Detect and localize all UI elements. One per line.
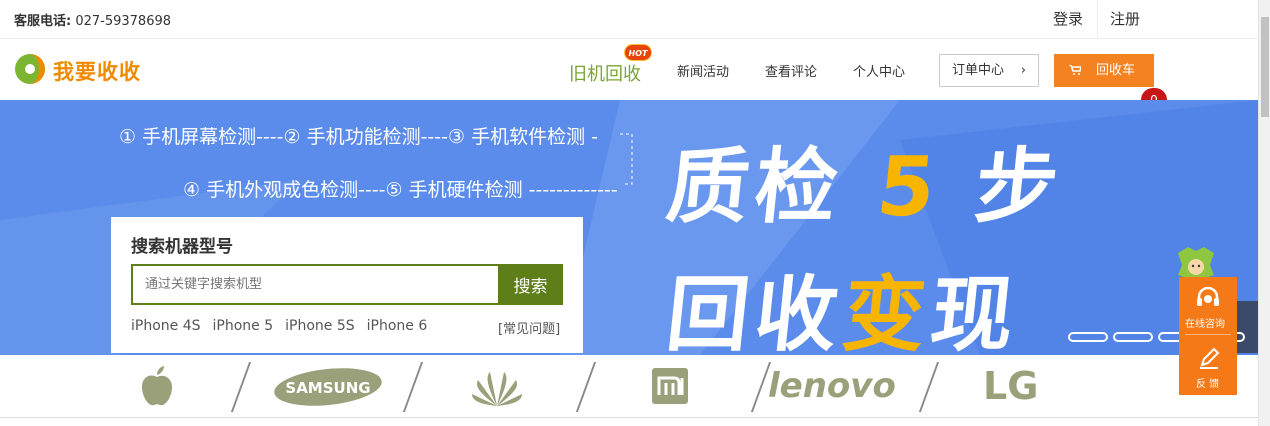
brand-divider <box>918 362 940 412</box>
brand-bar: SAMSUNG lenovo LG <box>0 356 1258 418</box>
side-service-panel: 在线咨询 反 馈 <box>1179 277 1237 395</box>
faq-link[interactable]: [常见问题] <box>498 318 560 337</box>
hotline-number: 027-59378698 <box>75 14 172 29</box>
hero-banner[interactable]: ① 手机屏幕检测----② 手机功能检测----③ 手机软件检测 - ④ 手机外… <box>0 100 1258 355</box>
hot-model-link[interactable]: iPhone 5 <box>213 318 274 334</box>
lenovo-logo[interactable]: lenovo <box>768 366 896 406</box>
lg-logo[interactable]: LG <box>983 364 1038 408</box>
steps-line-1: ① 手机屏幕检测----② 手机功能检测----③ 手机软件检测 - <box>119 126 598 148</box>
huawei-logo-icon[interactable] <box>470 366 524 408</box>
top-bar: 客服电话: 027-59378698 登录 注册 <box>0 0 1258 39</box>
hot-model-link[interactable]: iPhone 5S <box>285 318 355 334</box>
divider <box>1185 334 1231 335</box>
svg-text:SAMSUNG: SAMSUNG <box>285 379 370 397</box>
search-button[interactable]: 搜索 <box>498 264 563 305</box>
hot-model-link[interactable]: iPhone 4S <box>131 318 201 334</box>
brand-divider <box>230 362 252 412</box>
search-title: 搜索机器型号 <box>131 237 233 257</box>
mi-logo-icon[interactable] <box>652 368 688 404</box>
main-nav: 我要收收 旧机回收 HOT 新闻活动 查看评论 个人中心 订单中心› 回收车 0 <box>0 40 1258 112</box>
register-link[interactable]: 注册 <box>1110 8 1140 29</box>
edit-icon[interactable] <box>1198 347 1220 369</box>
divider <box>1097 0 1098 39</box>
scrollbar-thumb[interactable] <box>1261 17 1269 117</box>
cart-label: 回收车 <box>1096 63 1136 78</box>
order-label: 订单中心 <box>952 63 1005 78</box>
search-input[interactable] <box>131 264 498 305</box>
login-link[interactable]: 登录 <box>1053 8 1083 29</box>
logo-icon[interactable] <box>14 53 46 85</box>
nav-personal[interactable]: 个人中心 <box>853 61 905 80</box>
chevron-right-icon: › <box>1020 63 1026 78</box>
hot-badge: HOT <box>624 44 652 61</box>
steps-line-2: ④ 手机外观成色检测----⑤ 手机硬件检测 ------------- <box>183 179 618 201</box>
feedback-label[interactable]: 反 馈 <box>1196 375 1219 390</box>
cart-button[interactable]: 回收车 <box>1054 54 1154 87</box>
slide-dot[interactable] <box>1113 332 1153 342</box>
mascot-icon <box>1178 247 1214 281</box>
hotline: 客服电话: 027-59378698 <box>14 14 172 29</box>
cart-icon <box>1069 65 1081 75</box>
nav-reviews[interactable]: 查看评论 <box>765 61 817 80</box>
nav-news[interactable]: 新闻活动 <box>677 61 729 80</box>
logo-text[interactable]: 我要收收 <box>53 56 141 86</box>
consult-label[interactable]: 在线咨询 <box>1185 315 1225 330</box>
order-center-button[interactable]: 订单中心 › <box>939 54 1039 87</box>
headline-2: 回收变现 <box>662 268 1025 355</box>
headline-1: 质检 5 步 <box>662 140 1069 235</box>
brand-divider <box>402 362 424 412</box>
slide-dot[interactable] <box>1068 332 1108 342</box>
hot-model-link[interactable]: iPhone 6 <box>367 318 428 334</box>
search-panel: 搜索机器型号 搜索 iPhone 4SiPhone 5iPhone 5SiPho… <box>111 217 583 353</box>
apple-logo-icon[interactable] <box>140 365 174 407</box>
headset-icon[interactable] <box>1195 285 1221 311</box>
samsung-logo-icon[interactable]: SAMSUNG <box>273 367 383 407</box>
hot-models: iPhone 4S iPhone 5 iPhone 5S iPhone 6 <box>131 318 439 334</box>
brand-divider <box>575 362 597 412</box>
nav-old-machine[interactable]: 旧机回收 <box>569 60 641 86</box>
